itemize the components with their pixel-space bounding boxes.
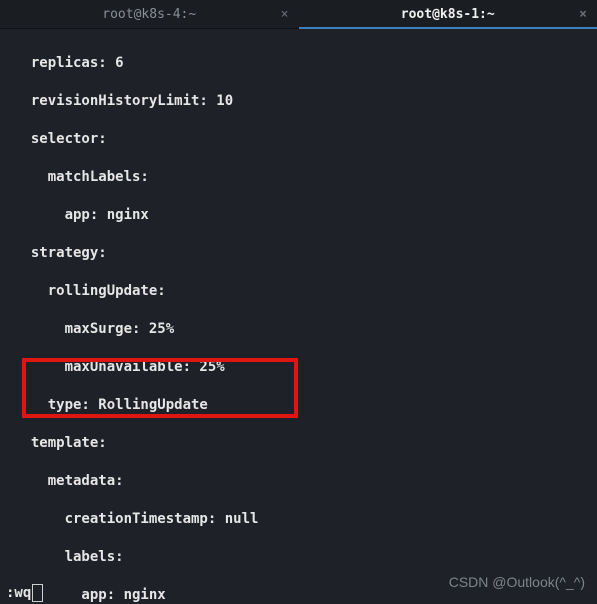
yaml-line: replicas: 6 — [14, 54, 593, 73]
tab-label: root@k8s-1:~ — [401, 7, 495, 22]
vim-command-text: :wq — [6, 585, 31, 601]
yaml-line: labels: — [14, 548, 593, 567]
close-icon[interactable]: × — [281, 7, 289, 22]
terminal-output[interactable]: replicas: 6 revisionHistoryLimit: 10 sel… — [0, 29, 597, 604]
tab-k8s-4[interactable]: root@k8s-4:~ × — [0, 0, 299, 28]
yaml-line: revisionHistoryLimit: 10 — [14, 92, 593, 111]
tab-k8s-1[interactable]: root@k8s-1:~ × — [299, 0, 597, 28]
close-icon[interactable]: × — [579, 7, 587, 22]
yaml-line: rollingUpdate: — [14, 282, 593, 301]
yaml-line: maxSurge: 25% — [14, 320, 593, 339]
yaml-line: app: nginx — [14, 206, 593, 225]
cursor-icon — [32, 584, 43, 602]
yaml-line: matchLabels: — [14, 168, 593, 187]
yaml-line: strategy: — [14, 244, 593, 263]
tab-bar: root@k8s-4:~ × root@k8s-1:~ × — [0, 0, 597, 29]
yaml-line: selector: — [14, 130, 593, 149]
tab-label: root@k8s-4:~ — [102, 7, 196, 22]
yaml-line: type: RollingUpdate — [14, 396, 593, 415]
yaml-line: metadata: — [14, 472, 593, 491]
yaml-line: maxUnavailable: 25% — [14, 358, 593, 377]
yaml-line: creationTimestamp: null — [14, 510, 593, 529]
yaml-line: template: — [14, 434, 593, 453]
watermark-text: CSDN @Outlook(^_^) — [449, 574, 585, 590]
